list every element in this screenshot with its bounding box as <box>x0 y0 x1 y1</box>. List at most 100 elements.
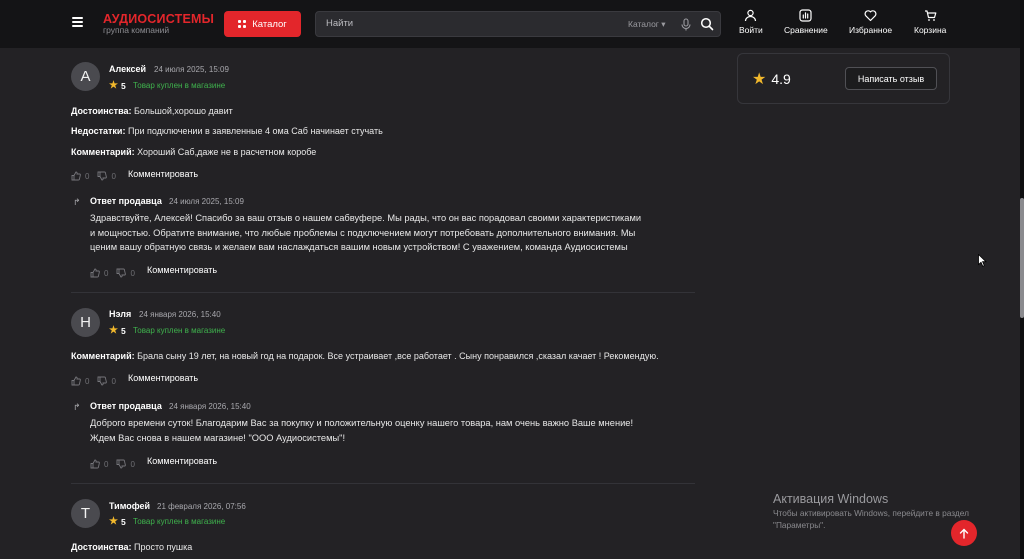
seller-reply-line: Доброго времени суток! Благодарим Вас за… <box>90 418 634 428</box>
search-category-label: Каталог <box>628 19 659 29</box>
user-icon <box>745 9 757 22</box>
review-pros-text: Просто пушка <box>131 542 193 552</box>
avatar: А <box>71 62 100 91</box>
grid-icon <box>238 20 247 28</box>
windows-activation-title: Активация Windows <box>773 492 889 506</box>
reviewer-name: Алексей <box>109 64 147 74</box>
comment-button[interactable]: Комментировать <box>147 265 217 275</box>
likes-count: 0 <box>104 459 109 469</box>
likes-count: 0 <box>104 268 109 278</box>
thumbs-up-icon[interactable] <box>71 376 81 386</box>
avatar: Т <box>71 499 100 528</box>
thumbs-down-icon[interactable] <box>116 268 127 278</box>
seller-reply-date: 24 июля 2025, 15:09 <box>169 197 244 206</box>
thumbs-down-icon[interactable] <box>97 376 108 386</box>
search-bar: Каталог ▾ <box>315 11 721 37</box>
scroll-to-top-button[interactable] <box>951 520 977 546</box>
catalog-button-label: Каталог <box>252 18 287 30</box>
star-icon: ★ <box>109 516 118 527</box>
comment-button[interactable]: Комментировать <box>128 169 198 179</box>
review-pros: Достоинства: Просто пушка <box>71 542 192 552</box>
avatar: Н <box>71 308 100 337</box>
reply-votes: 0 0 <box>90 459 135 469</box>
page-scrollbar-thumb[interactable] <box>1020 198 1024 318</box>
review-rating-value: 5 <box>120 80 126 91</box>
search-icon[interactable] <box>700 17 714 31</box>
reply-votes: 0 0 <box>90 268 135 278</box>
review-comment-label: Комментарий: <box>71 351 135 361</box>
seller-reply-line: Ждем Вас снова в нашем магазине! "ООО Ау… <box>90 432 346 443</box>
review-pros: Достоинства: Большой,хорошо давит <box>71 106 233 116</box>
review-rating: ★ 5 <box>109 516 126 527</box>
nav-cart-label: Корзина <box>914 25 947 35</box>
thumbs-up-icon[interactable] <box>90 459 100 469</box>
nav-compare-label: Сравнение <box>784 25 828 35</box>
menu-icon[interactable] <box>72 17 83 27</box>
bought-badge: Товар куплен в магазине <box>133 517 226 526</box>
thumbs-up-icon[interactable] <box>90 268 100 278</box>
seller-reply-title: Ответ продавца <box>90 401 162 411</box>
logo-subtitle: группа компаний <box>103 25 170 35</box>
review-votes: 0 0 <box>71 376 116 386</box>
thumbs-down-icon[interactable] <box>97 171 108 181</box>
site-header: АУДИОСИСТЕМЫ группа компаний Каталог Кат… <box>0 0 1020 48</box>
nav-cart[interactable]: Корзина <box>914 9 946 35</box>
nav-login-label: Войти <box>739 25 763 35</box>
review-rating: ★ 5 <box>109 80 126 91</box>
rating-panel: ★ 4.9 Написать отзыв <box>737 53 950 104</box>
seller-reply-title: Ответ продавца <box>90 196 162 206</box>
windows-activation-line: Чтобы активировать Windows, перейдите в … <box>773 508 969 518</box>
review-cons: Недостатки: При подключении в заявленные… <box>71 126 383 136</box>
likes-count: 0 <box>85 376 90 386</box>
search-category-select[interactable]: Каталог ▾ <box>628 19 666 30</box>
seller-reply-line: ценим вашу обратную связь и желаем вам н… <box>90 242 628 253</box>
review-rating: ★ 5 <box>109 325 126 336</box>
comment-button[interactable]: Комментировать <box>128 373 198 383</box>
review-votes: 0 0 <box>71 171 116 181</box>
review-cons-label: Недостатки: <box>71 126 126 136</box>
nav-login[interactable]: Войти <box>739 9 763 35</box>
write-review-button[interactable]: Написать отзыв <box>845 67 937 90</box>
nav-compare[interactable]: Сравнение <box>784 9 828 35</box>
thumbs-down-icon[interactable] <box>116 459 127 469</box>
review-comment-text: Брала сыну 19 лет, на новый год на подар… <box>134 351 659 361</box>
microphone-icon[interactable] <box>680 18 692 31</box>
reply-arrow-icon: ↱ <box>73 402 81 412</box>
likes-count: 0 <box>85 171 90 181</box>
review-date: 24 июля 2025, 15:09 <box>154 65 229 74</box>
review-comment: Комментарий: Хороший Саб,даже не в расче… <box>71 147 316 157</box>
reviewer-name: Тимофей <box>109 501 151 511</box>
average-rating-value: 4.9 <box>771 71 791 87</box>
review-date: 21 февраля 2026, 07:56 <box>157 502 246 511</box>
review-comment-label: Комментарий: <box>71 147 135 157</box>
review-pros-label: Достоинства: <box>71 106 132 116</box>
reply-arrow-icon: ↱ <box>73 197 81 207</box>
star-icon: ★ <box>109 80 118 91</box>
review-cons-text: При подключении в заявленные 4 ома Саб н… <box>125 126 383 136</box>
review-rating-value: 5 <box>120 325 126 336</box>
review-date: 24 января 2026, 15:40 <box>139 310 221 319</box>
review-rating-value: 5 <box>120 516 126 527</box>
comment-button[interactable]: Комментировать <box>147 456 217 466</box>
reviewer-name: Нэля <box>109 309 132 319</box>
dislikes-count: 0 <box>130 268 135 278</box>
star-icon: ★ <box>752 71 767 88</box>
dislikes-count: 0 <box>111 376 116 386</box>
thumbs-up-icon[interactable] <box>71 171 81 181</box>
seller-reply-text: Здравствуйте, Алексей! Спасибо за ваш от… <box>90 211 641 255</box>
catalog-button[interactable]: Каталог <box>224 11 301 37</box>
heart-icon <box>864 10 877 22</box>
review-pros-text: Большой,хорошо давит <box>131 106 233 116</box>
chevron-down-icon: ▾ <box>661 19 666 29</box>
search-input[interactable] <box>326 18 606 29</box>
seller-reply-date: 24 января 2026, 15:40 <box>169 402 251 411</box>
review-comment: Комментарий: Брала сыну 19 лет, на новый… <box>71 351 659 361</box>
bought-badge: Товар куплен в магазине <box>133 326 226 335</box>
review-pros-label: Достоинства: <box>71 542 132 552</box>
review-divider <box>71 483 695 484</box>
nav-favorites[interactable]: Избранное <box>849 9 892 35</box>
average-rating: ★ 4.9 <box>752 69 791 89</box>
seller-reply-line: Здравствуйте, Алексей! Спасибо за ваш от… <box>90 213 642 223</box>
logo[interactable]: АУДИОСИСТЕМЫ группа компаний <box>103 13 214 35</box>
review-comment-text: Хороший Саб,даже не в расчетном коробе <box>134 147 317 157</box>
